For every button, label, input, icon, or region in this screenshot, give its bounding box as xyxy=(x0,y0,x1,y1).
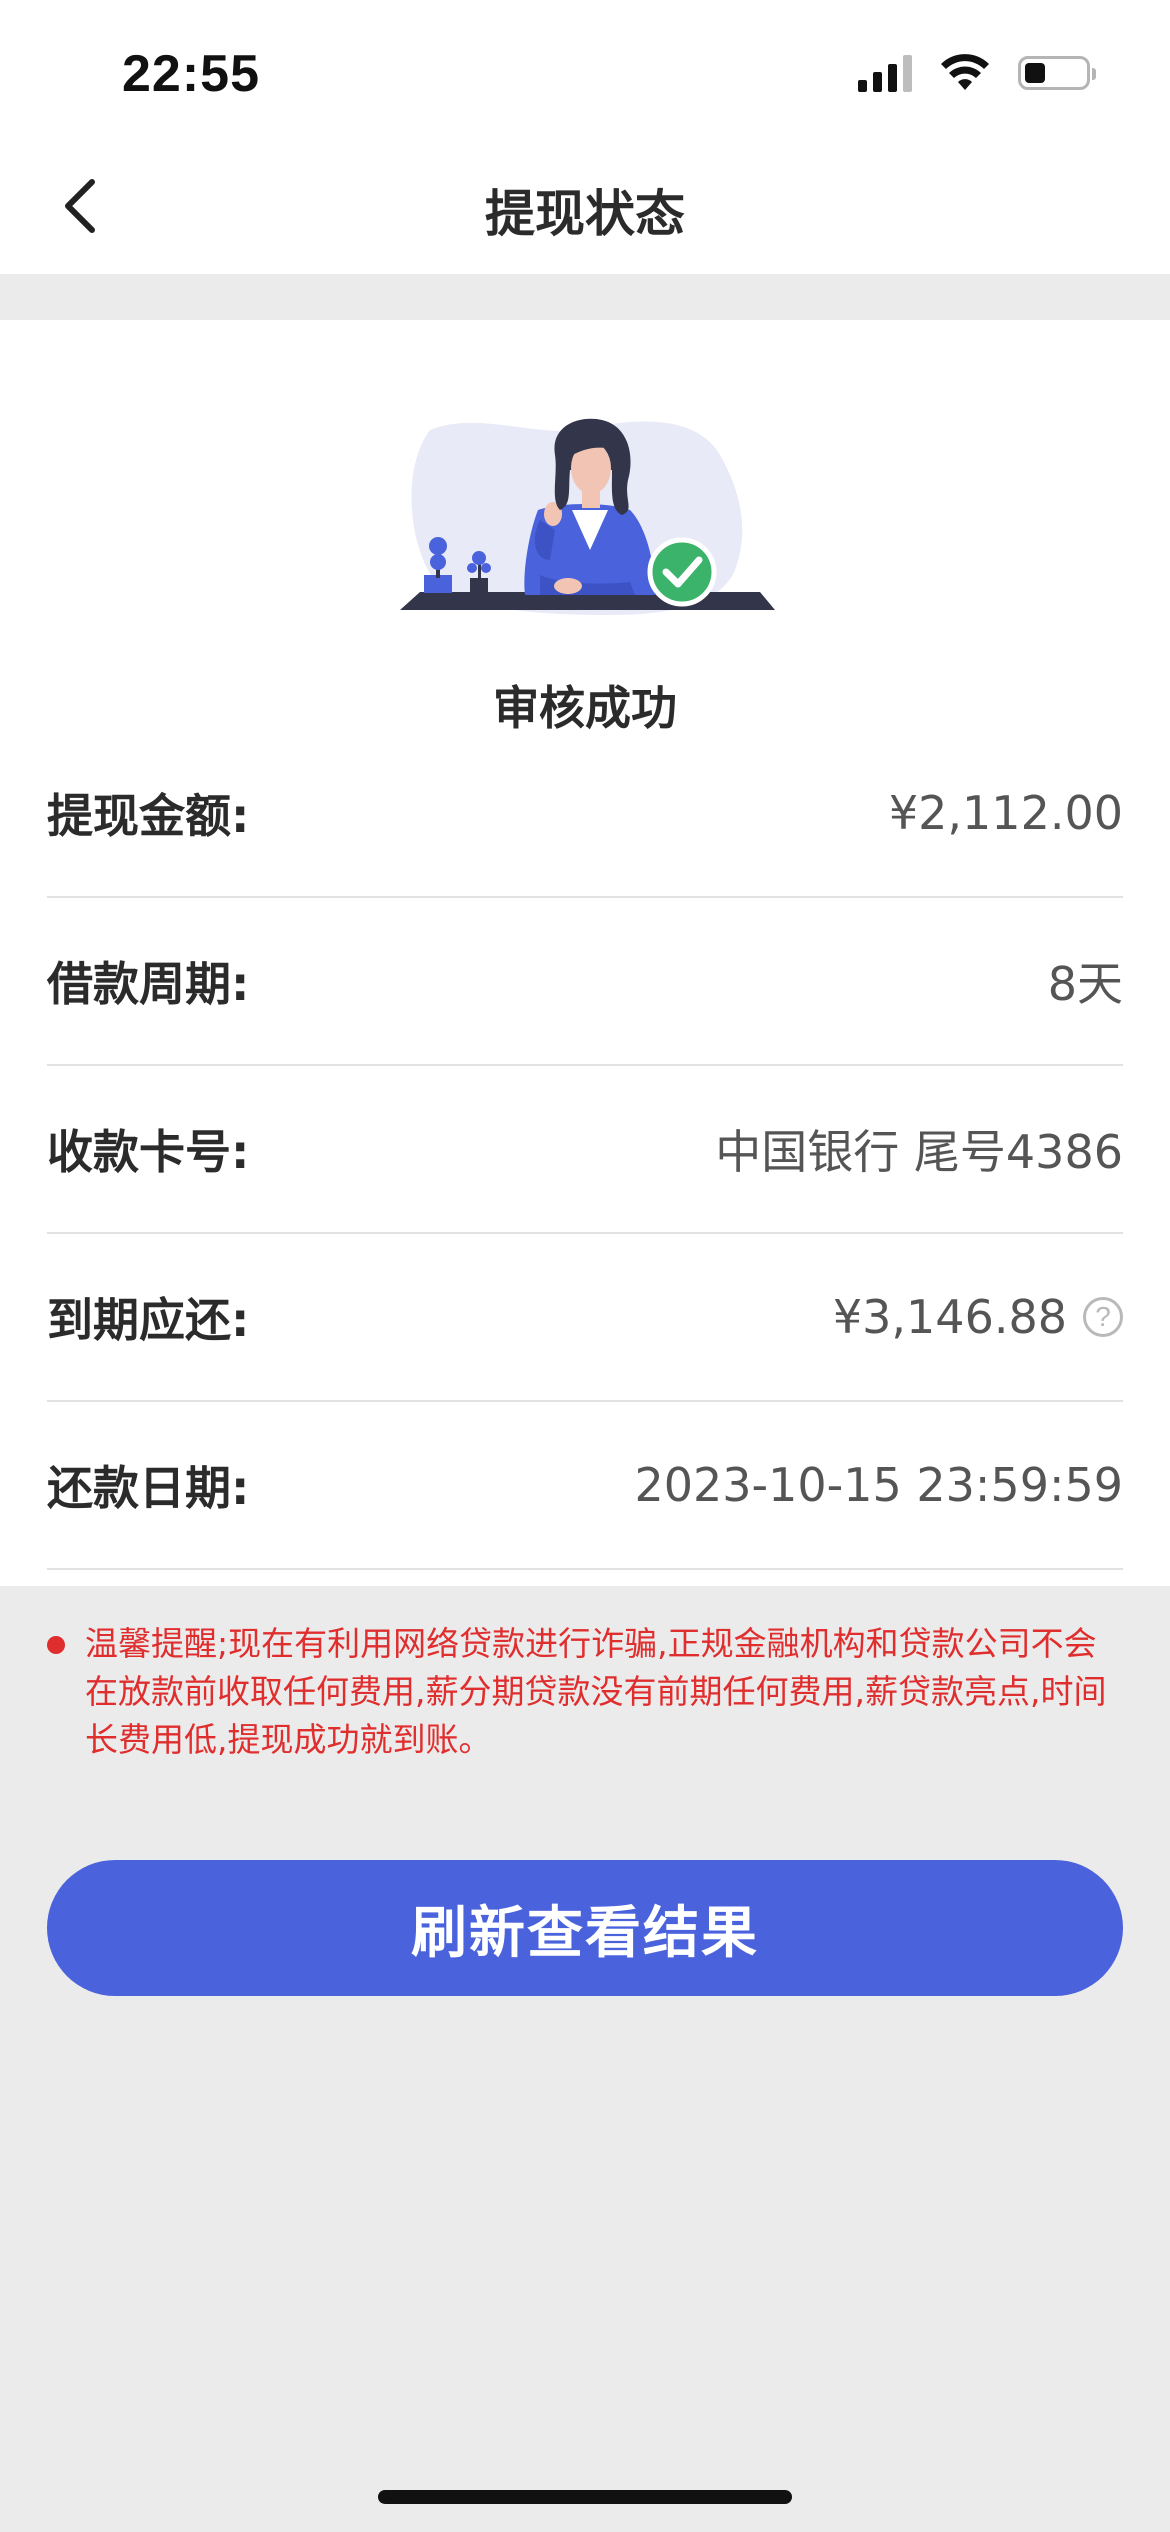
nav-bar: 提现状态 xyxy=(0,140,1170,274)
warning-dot-icon xyxy=(47,1636,65,1654)
status-icons xyxy=(858,54,1096,92)
detail-row-withdraw-amount: 提现金额: ¥2,112.00 xyxy=(47,730,1123,898)
detail-label: 借款周期: xyxy=(47,957,250,1011)
notice-text: 温馨提醒;现在有利用网络贷款进行诈骗,正规金融机构和贷款公司不会在放款前收取任何… xyxy=(85,1624,1107,1759)
review-status-title: 审核成功 xyxy=(493,681,677,735)
home-indicator[interactable] xyxy=(378,2490,792,2504)
detail-list: 提现金额: ¥2,112.00 借款周期: 8天 收款卡号: 中国银行 尾号43… xyxy=(47,730,1123,1570)
wifi-icon xyxy=(941,54,989,90)
detail-row-repayment-date: 还款日期: 2023-10-15 23:59:59 xyxy=(47,1402,1123,1570)
question-mark-icon[interactable]: ? xyxy=(1083,1297,1123,1337)
detail-label: 提现金额: xyxy=(47,789,250,843)
withdraw-status-card: 审核成功 提现金额: ¥2,112.00 借款周期: 8天 收款卡号: 中国银行… xyxy=(0,320,1170,1586)
detail-value: ¥2,112.00 xyxy=(888,786,1123,840)
detail-label: 收款卡号: xyxy=(47,1125,250,1179)
battery-icon xyxy=(1018,56,1096,90)
detail-row-loan-period: 借款周期: 8天 xyxy=(47,898,1123,1066)
page-title: 提现状态 xyxy=(485,185,685,243)
detail-value: 中国银行 尾号4386 xyxy=(715,1125,1123,1179)
status-bar: 22:55 xyxy=(0,0,1170,140)
detail-label: 还款日期: xyxy=(47,1461,250,1515)
detail-row-amount-due: 到期应还: ¥3,146.88 ? xyxy=(47,1234,1123,1402)
detail-label: 到期应还: xyxy=(47,1293,250,1347)
review-success-illustration xyxy=(400,418,775,615)
status-time: 22:55 xyxy=(122,45,260,103)
fraud-warning-notice: 温馨提醒;现在有利用网络贷款进行诈骗,正规金融机构和贷款公司不会在放款前收取任何… xyxy=(47,1620,1123,1764)
detail-value: 8天 xyxy=(1047,957,1123,1011)
detail-value: 2023-10-15 23:59:59 xyxy=(634,1458,1123,1512)
detail-value: ¥3,146.88 ? xyxy=(833,1290,1123,1344)
refresh-result-button[interactable]: 刷新查看结果 xyxy=(47,1860,1123,1996)
detail-row-receiving-card: 收款卡号: 中国银行 尾号4386 xyxy=(47,1066,1123,1234)
cellular-signal-icon xyxy=(858,54,912,92)
